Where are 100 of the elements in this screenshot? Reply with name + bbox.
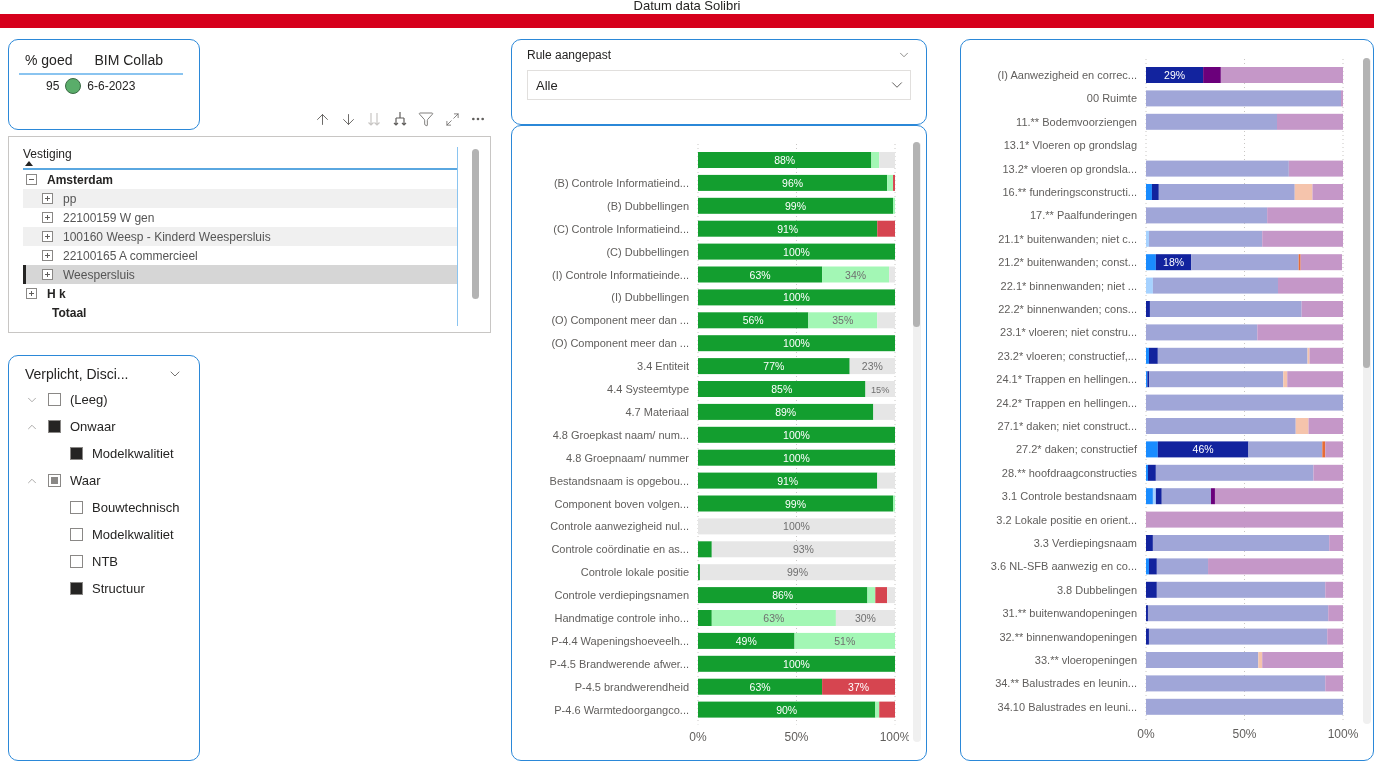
data-label: 30% xyxy=(854,612,876,624)
category-label: 27.2* daken; constructief xyxy=(1015,443,1137,456)
data-label: 99% xyxy=(787,566,808,579)
row-header: Amsterdam xyxy=(47,172,114,187)
data-label: 85% xyxy=(771,383,793,395)
category-label: 22.1* binnenwanden; niet ... xyxy=(1000,279,1137,292)
data-label: 100% xyxy=(783,520,810,533)
data-label: 90% xyxy=(776,703,798,716)
category-label: P-4.4 Wapeningshoeveelh... xyxy=(551,634,689,647)
data-label: 56% xyxy=(742,314,764,327)
category-label: Component boven volgen... xyxy=(554,497,689,510)
category-label: 33.** vloeropeningen xyxy=(1034,654,1137,666)
axis-label: 50% xyxy=(1232,727,1257,742)
data-label: 100% xyxy=(783,337,810,350)
data-label: 23% xyxy=(861,360,883,373)
data-label: 29% xyxy=(1164,69,1186,81)
row-label: pp xyxy=(63,191,77,206)
report-title: Datum data Solibri xyxy=(632,0,742,14)
category-label: 34.** Balustrades en leunin... xyxy=(995,677,1137,690)
table-cell: 6-6-2023 xyxy=(87,79,136,93)
category-label: Bestandsnaam is opgebou... xyxy=(549,474,689,487)
category-label: Handmatige controle inho... xyxy=(554,612,689,624)
category-label: 13.1* Vloeren op grondslag xyxy=(1003,139,1137,152)
data-label: 37% xyxy=(848,680,870,693)
data-label: 100% xyxy=(783,657,810,670)
category-label: 24.1* Trappen en hellingen... xyxy=(996,373,1137,386)
category-label: 27.1* daken; niet construct... xyxy=(997,420,1137,432)
axis-label: 100% xyxy=(1327,727,1359,742)
data-label: 34% xyxy=(845,268,867,281)
category-label: 11.** Bodemvoorziengen xyxy=(1016,115,1137,128)
data-label: 99% xyxy=(785,199,806,212)
row-label: Weespersluis xyxy=(63,267,135,282)
category-label: 3.2 Lokale positie en orient... xyxy=(996,513,1137,526)
column-header: BIM Collab xyxy=(94,52,163,68)
category-label: 4.7 Materiaal xyxy=(625,405,689,418)
category-label: 3.4 Entiteit xyxy=(637,360,689,373)
data-label: 86% xyxy=(772,589,794,602)
category-label: 28.** hoofdraagconstructies xyxy=(1001,466,1137,479)
category-label: (C) Controle Informatieind... xyxy=(553,222,689,235)
data-label: 99% xyxy=(785,497,806,510)
category-label: 3.8 Dubbelingen xyxy=(1056,583,1137,596)
category-label: 4.8 Groepnaam/ nummer xyxy=(566,451,689,464)
row-label: 22100165 A commercieel xyxy=(63,248,198,263)
category-label: 24.2* Trappen en hellingen... xyxy=(996,396,1137,409)
data-label: 49% xyxy=(735,634,757,647)
category-label: (I) Dubbellingen xyxy=(611,291,689,304)
axis-label: 50% xyxy=(784,729,809,744)
data-label: 51% xyxy=(834,634,856,647)
data-label: 77% xyxy=(763,360,785,373)
category-label: 23.2* vloeren; constructief,... xyxy=(997,349,1137,362)
data-label: 100% xyxy=(783,451,810,464)
category-label: 23.1* vloeren; niet constru... xyxy=(1000,326,1137,339)
data-label: 93% xyxy=(792,543,814,556)
total-label: Totaal xyxy=(52,305,87,320)
slicer-title: Rule aangepast xyxy=(527,48,612,62)
data-label: 35% xyxy=(832,314,854,327)
data-label: 63% xyxy=(763,612,785,624)
row-label: 22100159 W gen xyxy=(63,210,155,225)
data-label: 88% xyxy=(774,154,796,166)
data-label: 63% xyxy=(749,680,771,693)
category-label: (B) Dubbellingen xyxy=(607,199,689,212)
data-label: 100% xyxy=(783,291,810,304)
category-label: P-4.5 brandwerendheid xyxy=(574,680,689,693)
data-label: 96% xyxy=(782,176,804,189)
category-label: (B) Controle Informatieind... xyxy=(553,176,689,189)
data-label: 18% xyxy=(1163,256,1185,269)
table-cell: 95 xyxy=(46,79,60,93)
slicer-title: Verplicht, Disci... xyxy=(25,366,129,382)
category-label: 4.4 Systeemtype xyxy=(607,383,689,395)
category-label: 4.8 Groepkast naam/ num... xyxy=(552,428,689,441)
category-label: 00 Ruimte xyxy=(1086,92,1137,105)
category-label: (O) Component meer dan ... xyxy=(551,314,689,327)
row-header: H k xyxy=(47,286,66,301)
category-label: 22.2* binnenwanden; cons... xyxy=(998,303,1137,315)
category-label: 32.** binnenwandopeningen xyxy=(999,630,1137,643)
category-label: (C) Dubbellingen xyxy=(606,245,689,258)
category-label: Controle aanwezigheid nul... xyxy=(550,520,689,533)
data-label: 100% xyxy=(783,428,810,441)
category-label: 31.** buitenwandopeningen xyxy=(1002,607,1137,620)
data-label: 46% xyxy=(1192,443,1214,456)
category-label: 17.** Paalfunderingen xyxy=(1029,209,1137,222)
column-header: % goed xyxy=(25,52,73,68)
category-label: Controle coördinatie en as... xyxy=(551,543,689,556)
data-label: 91% xyxy=(777,474,799,487)
category-label: (O) Component meer dan ... xyxy=(551,337,689,350)
axis-label: 0% xyxy=(1137,727,1155,742)
category-label: P-4.6 Warmtedoorgangco... xyxy=(554,703,689,716)
category-label: 21.2* buitenwanden; const... xyxy=(998,256,1137,269)
data-label: 91% xyxy=(777,222,799,235)
category-label: Controle lokale positie xyxy=(580,566,689,579)
category-label: Controle verdiepingsnamen xyxy=(554,589,689,602)
category-label: (I) Aanwezigheid en correc... xyxy=(997,69,1137,81)
category-label: P-4.5 Brandwerende afwer... xyxy=(549,657,689,670)
category-label: 13.2* vloeren op grondsla... xyxy=(1002,162,1137,175)
category-label: 3.3 Verdiepingsnaam xyxy=(1033,537,1137,549)
category-label: 34.10 Balustrades en leuni... xyxy=(997,700,1137,713)
category-label: 16.** funderingsconstructi... xyxy=(1002,186,1137,198)
data-label: 100% xyxy=(783,245,810,258)
axis-label: 100% xyxy=(879,729,909,744)
category-label: 3.6 NL-SFB aanwezig en co... xyxy=(990,560,1137,573)
